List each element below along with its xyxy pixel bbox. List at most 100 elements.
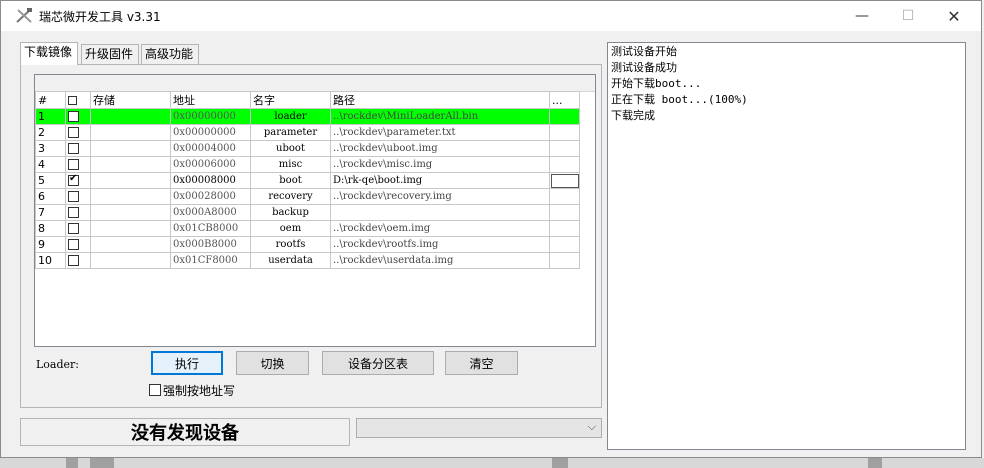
force-address-checkbox[interactable] <box>149 384 161 396</box>
tab-upgrade-firmware[interactable]: 升级固件 <box>81 44 139 64</box>
row-name[interactable]: boot <box>250 172 331 189</box>
image-grid[interactable]: # 存储 地址 名字 路径 ... 1 0x00000000 loader ..\ro… <box>34 74 596 347</box>
row-checkbox[interactable] <box>68 191 79 202</box>
row-address[interactable]: 0x01CF8000 <box>170 252 251 269</box>
row-storage[interactable] <box>90 140 171 157</box>
row-index[interactable]: 2 <box>35 124 66 141</box>
run-button[interactable]: 执行 <box>151 351 223 375</box>
row-checkbox-cell[interactable] <box>65 220 91 237</box>
row-checkbox-cell[interactable] <box>65 236 91 253</box>
row-checkbox-cell[interactable] <box>65 172 91 189</box>
table-row[interactable]: 5 0x00008000bootD:\rk-qe\boot.img <box>35 172 580 189</box>
row-name[interactable]: backup <box>250 204 331 221</box>
row-address[interactable]: 0x00028000 <box>170 188 251 205</box>
row-checkbox-cell[interactable] <box>65 204 91 221</box>
row-path[interactable]: ..\rockdev\MiniLoaderAll.bin <box>330 108 550 125</box>
select-all-checkbox[interactable] <box>68 96 77 105</box>
force-address-option[interactable]: 强制按地址写 <box>149 382 235 398</box>
table-row[interactable]: 2 0x00000000 parameter ..\rockdev\parameter… <box>35 124 580 141</box>
row-checkbox-cell[interactable] <box>65 124 91 141</box>
row-browse-cell[interactable] <box>549 236 580 253</box>
minimize-button[interactable]: — <box>839 1 885 31</box>
row-path[interactable]: ..\rockdev\recovery.img <box>330 188 550 205</box>
row-index[interactable]: 1 <box>35 108 66 125</box>
row-name[interactable]: misc <box>250 156 331 173</box>
tab-download-image[interactable]: 下载镜像 <box>20 42 78 65</box>
row-name[interactable]: loader <box>250 108 331 125</box>
row-checkbox-cell[interactable] <box>65 252 91 269</box>
row-storage[interactable] <box>90 124 171 141</box>
title-bar[interactable]: 瑞芯微开发工具 v3.31 — ☐ ✕ <box>1 1 981 31</box>
table-row[interactable]: 4 0x00006000 misc ..\rockdev\misc.img <box>35 156 580 173</box>
row-checkbox-cell[interactable] <box>65 188 91 205</box>
table-row[interactable]: 1 0x00000000 loader ..\rockdev\MiniLoaderAl… <box>35 108 580 125</box>
col-header-check[interactable] <box>65 91 91 109</box>
row-checkbox[interactable] <box>68 207 79 218</box>
row-browse-cell[interactable] <box>549 156 580 173</box>
row-browse-cell[interactable] <box>549 252 580 269</box>
table-row[interactable]: 8 0x01CB8000 oem ..\rockdev\oem.img <box>35 220 580 237</box>
row-path[interactable]: ..\rockdev\userdata.img <box>330 252 550 269</box>
col-header-name[interactable]: 名字 <box>250 91 331 109</box>
log-panel[interactable]: 测试设备开始 测试设备成功 开始下载boot... 正在下载 boot...(100%… <box>607 42 966 450</box>
row-storage[interactable] <box>90 236 171 253</box>
row-path[interactable]: ..\rockdev\misc.img <box>330 156 550 173</box>
row-path[interactable]: ..\rockdev\parameter.txt <box>330 124 550 141</box>
device-select[interactable]: ⌵ <box>356 418 602 438</box>
row-address[interactable]: 0x000B8000 <box>170 236 251 253</box>
row-checkbox[interactable] <box>68 127 79 138</box>
row-address[interactable]: 0x00000000 <box>170 124 251 141</box>
row-name[interactable]: recovery <box>250 188 331 205</box>
row-name[interactable]: oem <box>250 220 331 237</box>
row-storage[interactable] <box>90 156 171 173</box>
row-storage[interactable] <box>90 252 171 269</box>
row-index[interactable]: 6 <box>35 188 66 205</box>
col-header-path[interactable]: 路径 <box>330 91 550 109</box>
row-storage[interactable] <box>90 188 171 205</box>
row-path[interactable]: D:\rk-qe\boot.img <box>330 172 550 189</box>
row-checkbox-cell[interactable] <box>65 108 91 125</box>
switch-button[interactable]: 切换 <box>236 351 309 375</box>
row-browse-cell[interactable] <box>549 172 580 189</box>
row-name[interactable]: uboot <box>250 140 331 157</box>
row-browse-cell[interactable] <box>549 140 580 157</box>
row-checkbox-cell[interactable] <box>65 140 91 157</box>
close-button[interactable]: ✕ <box>931 1 977 31</box>
row-index[interactable]: 7 <box>35 204 66 221</box>
partition-table-button[interactable]: 设备分区表 <box>322 351 434 375</box>
row-index[interactable]: 9 <box>35 236 66 253</box>
row-checkbox[interactable] <box>68 143 79 154</box>
row-browse-cell[interactable] <box>549 188 580 205</box>
row-name[interactable]: rootfs <box>250 236 331 253</box>
row-index[interactable]: 10 <box>35 252 66 269</box>
maximize-button[interactable]: ☐ <box>885 1 931 31</box>
row-storage[interactable] <box>90 108 171 125</box>
row-browse-cell[interactable] <box>549 204 580 221</box>
row-path[interactable]: ..\rockdev\oem.img <box>330 220 550 237</box>
row-storage[interactable] <box>90 204 171 221</box>
row-address[interactable]: 0x00006000 <box>170 156 251 173</box>
row-path[interactable] <box>330 204 550 221</box>
row-checkbox[interactable] <box>68 255 79 266</box>
table-row[interactable]: 3 0x00004000 uboot ..\rockdev\uboot.img <box>35 140 580 157</box>
row-index[interactable]: 3 <box>35 140 66 157</box>
table-row[interactable]: 10 0x01CF8000 userdata ..\rockdev\userdata.… <box>35 252 580 269</box>
tab-advanced[interactable]: 高级功能 <box>141 44 199 64</box>
row-checkbox-cell[interactable] <box>65 156 91 173</box>
row-address[interactable]: 0x00008000 <box>170 172 251 189</box>
row-checkbox[interactable] <box>68 174 79 186</box>
row-browse-cell[interactable] <box>549 220 580 237</box>
row-name[interactable]: userdata <box>250 252 331 269</box>
row-address[interactable]: 0x000A8000 <box>170 204 251 221</box>
row-path[interactable]: ..\rockdev\uboot.img <box>330 140 550 157</box>
col-header-storage[interactable]: 存储 <box>90 91 171 109</box>
row-checkbox[interactable] <box>68 159 79 170</box>
row-storage[interactable] <box>90 172 171 189</box>
row-address[interactable]: 0x01CB8000 <box>170 220 251 237</box>
chevron-down-icon[interactable]: ⌵ <box>588 420 596 434</box>
table-row[interactable]: 9 0x000B8000 rootfs ..\rockdev\rootfs.img <box>35 236 580 253</box>
row-checkbox[interactable] <box>68 239 79 250</box>
row-browse-cell[interactable] <box>549 108 580 125</box>
row-address[interactable]: 0x00004000 <box>170 140 251 157</box>
row-index[interactable]: 4 <box>35 156 66 173</box>
